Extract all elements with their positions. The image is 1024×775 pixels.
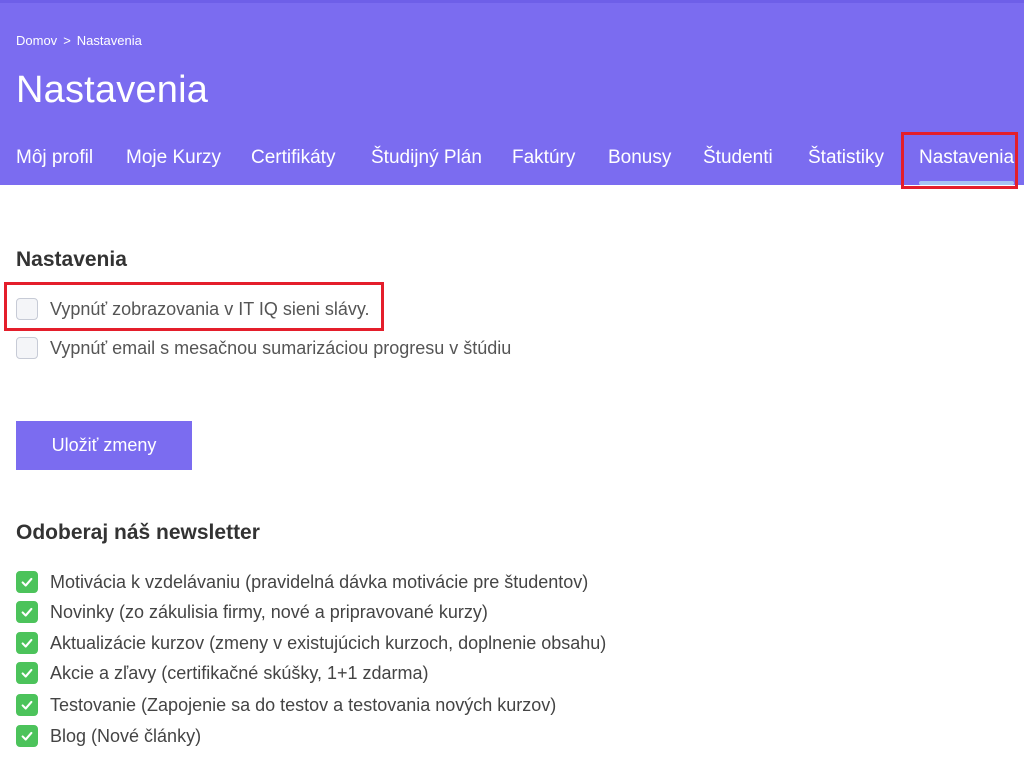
newsletter-item[interactable]: Novinky (zo zákulisia firmy, nové a prip… [16,601,488,623]
monthly-email-checkbox[interactable] [16,337,38,359]
newsletter-checkbox[interactable] [16,662,38,684]
tab-my-profile[interactable]: Môj profil [16,147,93,169]
tab-label: Nastavenia [919,147,1015,168]
option-monthly-email[interactable]: Vypnúť email s mesačnou sumarizáciou pro… [16,337,511,359]
tab-certificates[interactable]: Certifikáty [251,147,335,169]
option-label: Vypnúť email s mesačnou sumarizáciou pro… [50,337,512,358]
tab-my-courses[interactable]: Moje Kurzy [126,147,221,169]
tab-label: Faktúry [512,147,576,168]
check-icon [21,638,33,648]
newsletter-checkbox[interactable] [16,694,38,716]
active-tab-indicator [919,181,1015,185]
tab-label: Študijný Plán [371,147,482,168]
newsletter-label: Novinky (zo zákulisia firmy, nové a prip… [50,601,488,622]
breadcrumb: Domov > Nastavenia [16,33,142,48]
newsletter-item[interactable]: Blog (Nové články) [16,725,201,747]
newsletter-label: Aktualizácie kurzov (zmeny v existujúcic… [50,632,607,653]
check-icon [21,607,33,617]
tab-label: Študenti [703,147,773,168]
hall-of-fame-checkbox[interactable] [16,298,38,320]
tab-study-plan[interactable]: Študijný Plán [371,147,482,169]
tab-invoices[interactable]: Faktúry [512,147,575,169]
newsletter-checkbox[interactable] [16,601,38,623]
newsletter-label: Blog (Nové články) [50,725,202,746]
tab-bonuses[interactable]: Bonusy [608,147,671,169]
breadcrumb-separator: > [63,33,71,48]
save-button[interactable]: Uložiť zmeny [16,421,192,470]
check-icon [21,700,33,710]
check-icon [21,577,33,587]
newsletter-section-title: Odoberaj náš newsletter [16,521,260,544]
newsletter-checkbox[interactable] [16,725,38,747]
settings-section-title: Nastavenia [16,248,127,271]
newsletter-checkbox[interactable] [16,571,38,593]
page-title: Nastavenia [16,69,209,111]
page-header: Domov > Nastavenia Nastavenia Môj profil… [0,0,1024,185]
check-icon [21,668,33,678]
newsletter-item[interactable]: Testovanie (Zapojenie sa do testov a tes… [16,694,556,716]
tab-label: Bonusy [608,147,672,168]
newsletter-item[interactable]: Akcie a zľavy (certifikačné skúšky, 1+1 … [16,662,429,684]
tab-students[interactable]: Študenti [703,147,773,169]
newsletter-checkbox[interactable] [16,632,38,654]
newsletter-label: Testovanie (Zapojenie sa do testov a tes… [50,694,557,715]
tab-label: Moje Kurzy [126,147,222,168]
tab-bar: Môj profil Moje Kurzy Certifikáty Študij… [0,133,1024,188]
breadcrumb-home[interactable]: Domov [16,33,57,48]
option-hall-of-fame[interactable]: Vypnúť zobrazovania v IT IQ sieni slávy. [16,298,370,320]
breadcrumb-current: Nastavenia [76,33,142,48]
tab-label: Môj profil [16,147,94,168]
tab-statistics[interactable]: Štatistiky [808,147,884,169]
newsletter-label: Akcie a zľavy (certifikačné skúšky, 1+1 … [50,662,429,683]
tab-settings[interactable]: Nastavenia [919,147,1015,185]
option-label: Vypnúť zobrazovania v IT IQ sieni slávy. [50,298,370,319]
newsletter-label: Motivácia k vzdelávaniu (pravidelná dávk… [50,571,589,592]
tab-label: Štatistiky [808,147,885,168]
check-icon [21,731,33,741]
newsletter-item[interactable]: Motivácia k vzdelávaniu (pravidelná dávk… [16,571,588,593]
newsletter-item[interactable]: Aktualizácie kurzov (zmeny v existujúcic… [16,632,606,654]
tab-label: Certifikáty [251,147,336,168]
